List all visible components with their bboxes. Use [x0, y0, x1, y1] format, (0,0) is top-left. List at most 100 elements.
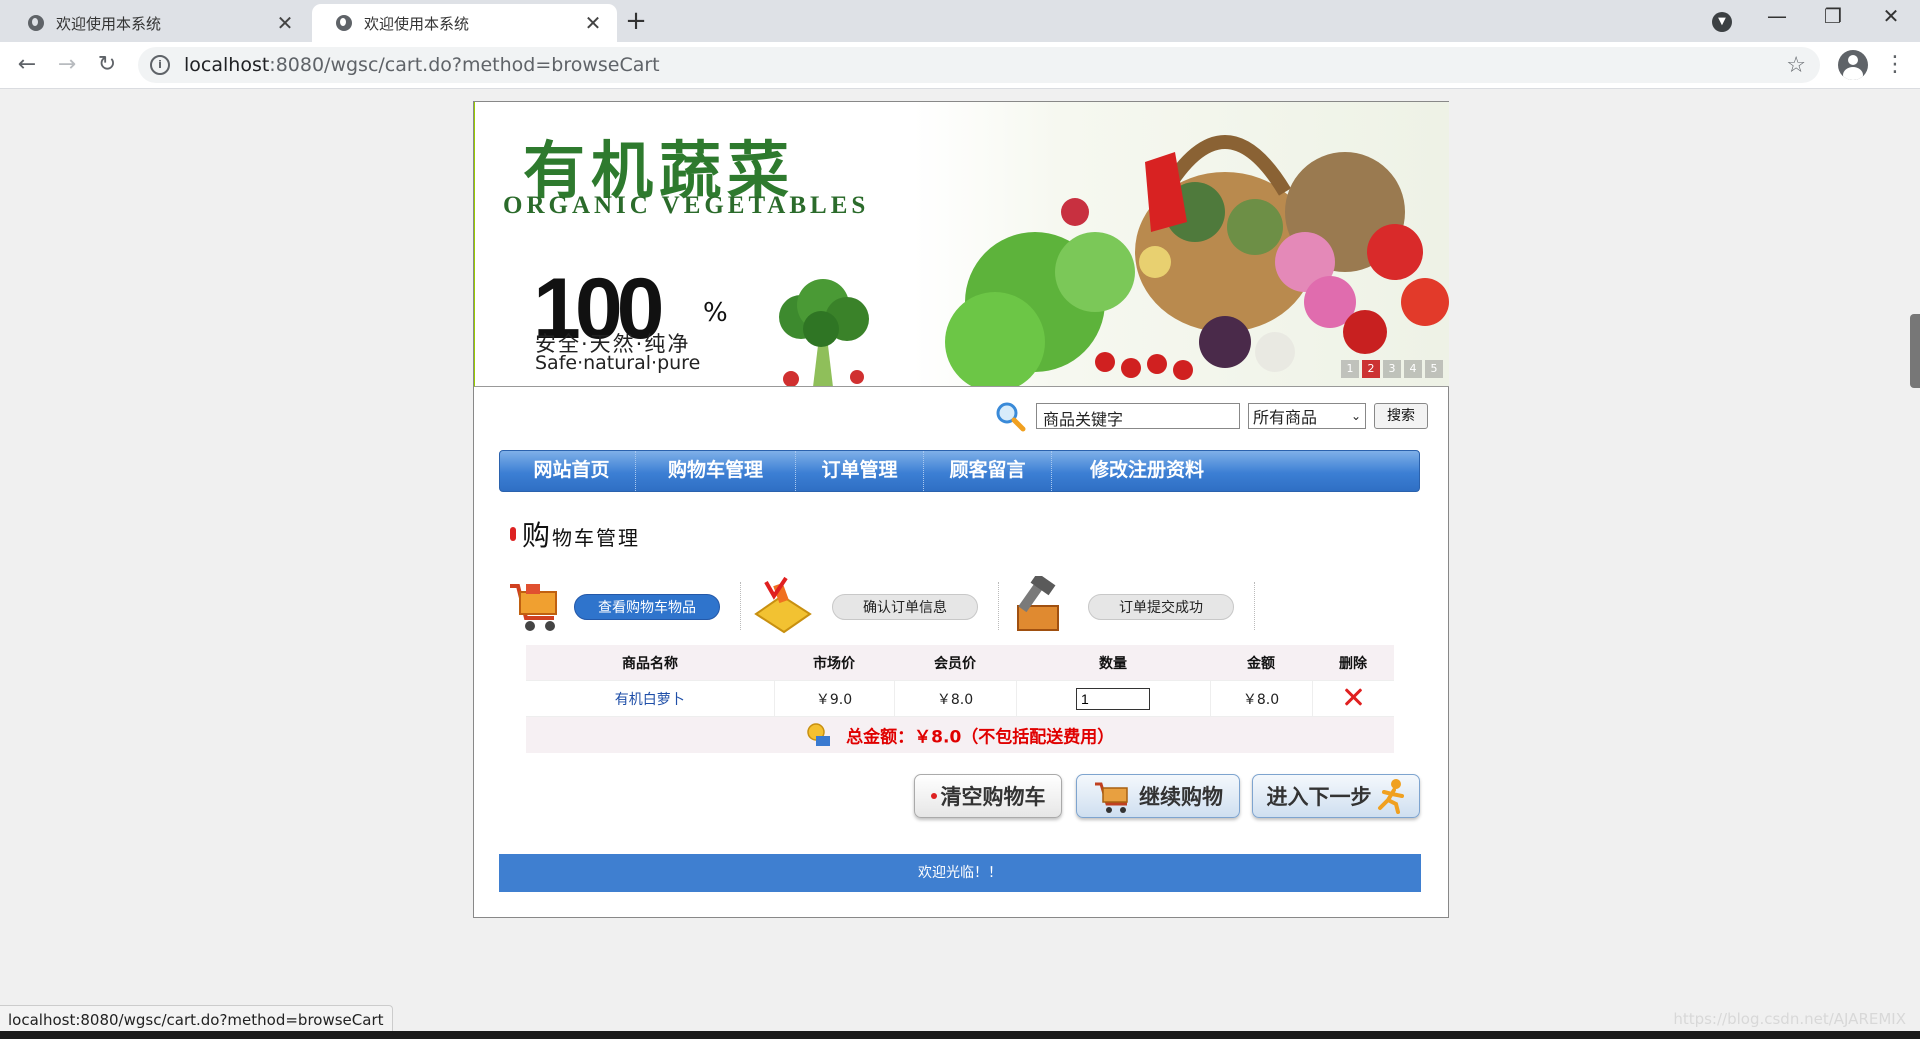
column-header-name: 商品名称: [526, 645, 774, 681]
slider-dot[interactable]: 4: [1404, 360, 1422, 378]
browser-menu-icon[interactable]: ⋮: [1884, 50, 1906, 80]
market-price-cell: ￥9.0: [773, 680, 894, 717]
slider-dot-active[interactable]: 2: [1362, 360, 1380, 378]
member-price-cell: ￥8.0: [893, 680, 1016, 717]
close-window-icon[interactable]: ✕: [1871, 4, 1911, 28]
magnifier-icon: [996, 402, 1026, 432]
column-header-quantity: 数量: [1016, 645, 1210, 681]
site-container: 有机蔬菜 ORGANIC VEGETABLES 100 % 安全·天然·纯净 S…: [473, 101, 1449, 918]
globe-icon: [28, 15, 44, 31]
tab-search-icon[interactable]: ▼: [1712, 12, 1732, 32]
clear-cart-button[interactable]: 清空购物车: [914, 774, 1062, 818]
next-step-button[interactable]: 进入下一步: [1252, 774, 1420, 818]
section-title-rest: 物车管理: [552, 526, 641, 550]
banner-slider-indicators: 1 2 3 4 5: [1341, 360, 1443, 378]
reload-icon[interactable]: ↻: [92, 50, 122, 80]
next-step-label: 进入下一步: [1266, 785, 1372, 809]
restore-icon[interactable]: ❐: [1813, 4, 1853, 28]
calculator-icon: [754, 576, 812, 634]
badge-english-slogan: Safe·natural·pure: [535, 352, 701, 374]
main-navigation: 网站首页 购物车管理 订单管理 顾客留言 修改注册资料: [499, 450, 1420, 492]
bookmark-star-icon[interactable]: ☆: [1786, 53, 1806, 78]
step-confirm-order[interactable]: 确认订单信息: [832, 594, 978, 620]
footer-welcome-bar: 欢迎光临！！: [499, 854, 1421, 892]
logo-english: ORGANIC VEGETABLES: [503, 192, 870, 219]
search-category-value: 所有商品: [1253, 408, 1318, 427]
clear-cart-label: 清空购物车: [940, 785, 1046, 809]
search-keyword-input[interactable]: 商品关键字: [1036, 403, 1240, 429]
column-header-amount: 金额: [1210, 645, 1312, 681]
tab-title: 欢迎使用本系统: [56, 14, 162, 33]
total-amount-text: 总金额：￥8.0（不包括配送费用）: [846, 727, 1115, 748]
step-divider: [998, 582, 999, 630]
browser-toolbar: ← → ↻ i localhost:8080/wgsc/cart.do?meth…: [0, 42, 1920, 89]
header-banner: 有机蔬菜 ORGANIC VEGETABLES 100 % 安全·天然·纯净 S…: [474, 102, 1449, 387]
step-divider: [740, 582, 741, 630]
chevron-down-icon: ⌄: [1350, 409, 1361, 423]
bullet-icon: [930, 793, 937, 799]
globe-icon: [336, 15, 352, 31]
browser-tab[interactable]: 欢迎使用本系统 ✕: [4, 4, 309, 42]
status-url-bubble: localhost:8080/wgsc/cart.do?method=brows…: [0, 1005, 393, 1034]
section-title-first-char: 购: [522, 519, 553, 552]
column-header-delete: 删除: [1312, 645, 1394, 681]
tab-title: 欢迎使用本系统: [364, 14, 470, 33]
quantity-input[interactable]: [1076, 687, 1150, 710]
browser-tab-active[interactable]: 欢迎使用本系统 ✕: [312, 4, 617, 42]
hammer-box-icon: [1017, 576, 1059, 631]
os-taskbar: [0, 1031, 1920, 1039]
bullet-icon: [510, 527, 516, 541]
url-text: localhost:8080/wgsc/cart.do?method=brows…: [184, 54, 660, 76]
running-man-icon: [1377, 779, 1404, 814]
address-bar[interactable]: i localhost:8080/wgsc/cart.do?method=bro…: [138, 47, 1820, 83]
step-divider: [1254, 582, 1255, 630]
web-page: 有机蔬菜 ORGANIC VEGETABLES 100 % 安全·天然·纯净 S…: [0, 89, 1920, 1039]
site-info-icon[interactable]: i: [150, 55, 170, 75]
column-header-market-price: 市场价: [774, 645, 894, 681]
back-icon[interactable]: ←: [12, 50, 42, 80]
new-tab-icon[interactable]: +: [624, 6, 648, 36]
section-title-text: 购物车管理: [522, 514, 640, 554]
cart-table: 商品名称 市场价 会员价 数量 金额 删除 有机白萝卜 ￥9.0 ￥8.0 ￥8…: [526, 645, 1394, 753]
step-order-submitted[interactable]: 订单提交成功: [1088, 594, 1234, 620]
section-heading: 购物车管理: [510, 514, 640, 554]
side-panel-handle[interactable]: [1910, 314, 1920, 388]
column-header-member-price: 会员价: [894, 645, 1016, 681]
coins-icon: [806, 723, 830, 746]
url-path: :8080/wgsc/cart.do?method=browseCart: [269, 54, 660, 76]
nav-home[interactable]: 网站首页: [508, 451, 636, 491]
close-tab-icon[interactable]: ✕: [275, 13, 295, 33]
shopping-cart-icon: [510, 584, 557, 631]
minimize-icon[interactable]: —: [1757, 4, 1797, 28]
amount-cell: ￥8.0: [1209, 680, 1312, 717]
product-name-link[interactable]: 有机白萝卜: [615, 692, 685, 708]
url-host: localhost: [184, 54, 270, 76]
step-view-cart[interactable]: 查看购物车物品: [574, 594, 720, 620]
nav-edit-profile[interactable]: 修改注册资料: [1052, 451, 1242, 491]
checkout-steps: 查看购物车物品 确认订单信息 订单提交成功: [504, 576, 1304, 636]
search-button[interactable]: 搜索: [1374, 403, 1428, 429]
forward-icon[interactable]: →: [52, 50, 82, 80]
table-row: 有机白萝卜 ￥9.0 ￥8.0 ￥8.0: [526, 680, 1394, 717]
nav-customer-messages[interactable]: 顾客留言: [924, 451, 1052, 491]
profile-avatar-icon[interactable]: [1838, 50, 1868, 80]
delete-x-icon[interactable]: [1342, 686, 1364, 708]
continue-shopping-label: 继续购物: [1139, 785, 1223, 809]
table-header-row: 商品名称 市场价 会员价 数量 金额 删除: [526, 645, 1394, 681]
watermark-text: https://blog.csdn.net/AJAREMIX: [1673, 1010, 1906, 1028]
search-category-select[interactable]: 所有商品 ⌄: [1248, 403, 1366, 429]
total-row: 总金额：￥8.0（不包括配送费用）: [526, 716, 1394, 753]
slider-dot[interactable]: 1: [1341, 360, 1359, 378]
vegetable-basket-image: [945, 135, 1449, 386]
badge-percent: %: [703, 298, 728, 328]
nav-cart-management[interactable]: 购物车管理: [636, 451, 796, 491]
slider-dot[interactable]: 3: [1383, 360, 1401, 378]
continue-shopping-button[interactable]: 继续购物: [1076, 774, 1240, 818]
browser-tab-strip: 欢迎使用本系统 ✕ 欢迎使用本系统 ✕ + ▼ — ❐ ✕: [0, 0, 1920, 42]
shopping-cart-icon: [1095, 782, 1128, 813]
slider-dot[interactable]: 5: [1425, 360, 1443, 378]
nav-order-management[interactable]: 订单管理: [796, 451, 924, 491]
broccoli-image: [779, 279, 869, 386]
search-bar: 商品关键字 所有商品 ⌄ 搜索: [474, 400, 1448, 434]
close-tab-icon[interactable]: ✕: [583, 13, 603, 33]
